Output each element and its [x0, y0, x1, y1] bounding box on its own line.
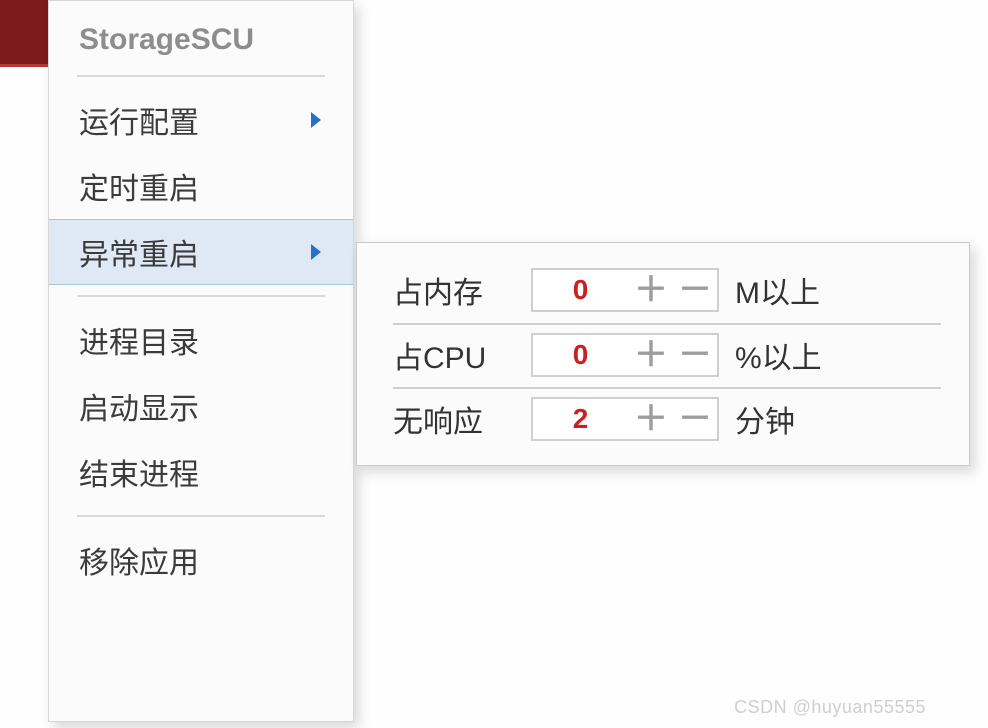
noresponse-stepper: 2 ＋ －	[531, 397, 719, 441]
cpu-stepper: 0 ＋ －	[531, 333, 719, 377]
row-label: 占内存	[393, 268, 513, 312]
menu-item-label: 移除应用	[79, 538, 327, 582]
minus-icon[interactable]: －	[673, 270, 717, 310]
menu-divider	[77, 295, 325, 297]
row-suffix: M以上	[735, 268, 820, 312]
submenu-row-cpu: 占CPU 0 ＋ － %以上	[393, 323, 941, 385]
menu-item-run-config[interactable]: 运行配置	[49, 87, 353, 153]
menu-item-label: 定时重启	[79, 164, 327, 208]
plus-icon[interactable]: ＋	[629, 335, 673, 375]
menu-item-label: 异常重启	[79, 230, 311, 274]
menu-divider	[77, 515, 325, 517]
row-label: 占CPU	[393, 333, 513, 377]
stepper-value[interactable]: 0	[533, 274, 629, 306]
menu-item-scheduled-restart[interactable]: 定时重启	[49, 153, 353, 219]
stepper-value[interactable]: 0	[533, 339, 629, 371]
app-banner-bar	[0, 0, 48, 64]
minus-icon[interactable]: －	[673, 335, 717, 375]
context-menu: StorageSCU 运行配置 定时重启 异常重启 进程目录 启动显示 结束进程…	[48, 0, 354, 722]
app-banner-underline	[0, 64, 48, 67]
chevron-right-icon	[311, 244, 321, 260]
menu-title: StorageSCU	[49, 17, 353, 75]
submenu-row-noresponse: 无响应 2 ＋ － 分钟	[393, 387, 941, 449]
row-suffix: 分钟	[735, 397, 795, 441]
menu-item-label: 结束进程	[79, 450, 327, 494]
menu-item-label: 启动显示	[79, 384, 327, 428]
minus-icon[interactable]: －	[673, 399, 717, 439]
menu-item-abnormal-restart[interactable]: 异常重启	[49, 219, 353, 285]
watermark-text: CSDN @huyuan55555	[734, 697, 926, 718]
menu-item-process-dir[interactable]: 进程目录	[49, 307, 353, 373]
plus-icon[interactable]: ＋	[629, 270, 673, 310]
memory-stepper: 0 ＋ －	[531, 268, 719, 312]
menu-divider	[77, 75, 325, 77]
menu-item-remove-app[interactable]: 移除应用	[49, 527, 353, 593]
menu-item-label: 运行配置	[79, 98, 311, 142]
plus-icon[interactable]: ＋	[629, 399, 673, 439]
row-suffix: %以上	[735, 333, 822, 377]
abnormal-restart-submenu: 占内存 0 ＋ － M以上 占CPU 0 ＋ － %以上 无响应 2 ＋ － 分…	[356, 242, 970, 466]
submenu-row-memory: 占内存 0 ＋ － M以上	[393, 259, 941, 321]
stepper-value[interactable]: 2	[533, 403, 629, 435]
row-label: 无响应	[393, 397, 513, 441]
menu-item-label: 进程目录	[79, 318, 327, 362]
menu-item-start-display[interactable]: 启动显示	[49, 373, 353, 439]
chevron-right-icon	[311, 112, 321, 128]
menu-item-end-process[interactable]: 结束进程	[49, 439, 353, 505]
